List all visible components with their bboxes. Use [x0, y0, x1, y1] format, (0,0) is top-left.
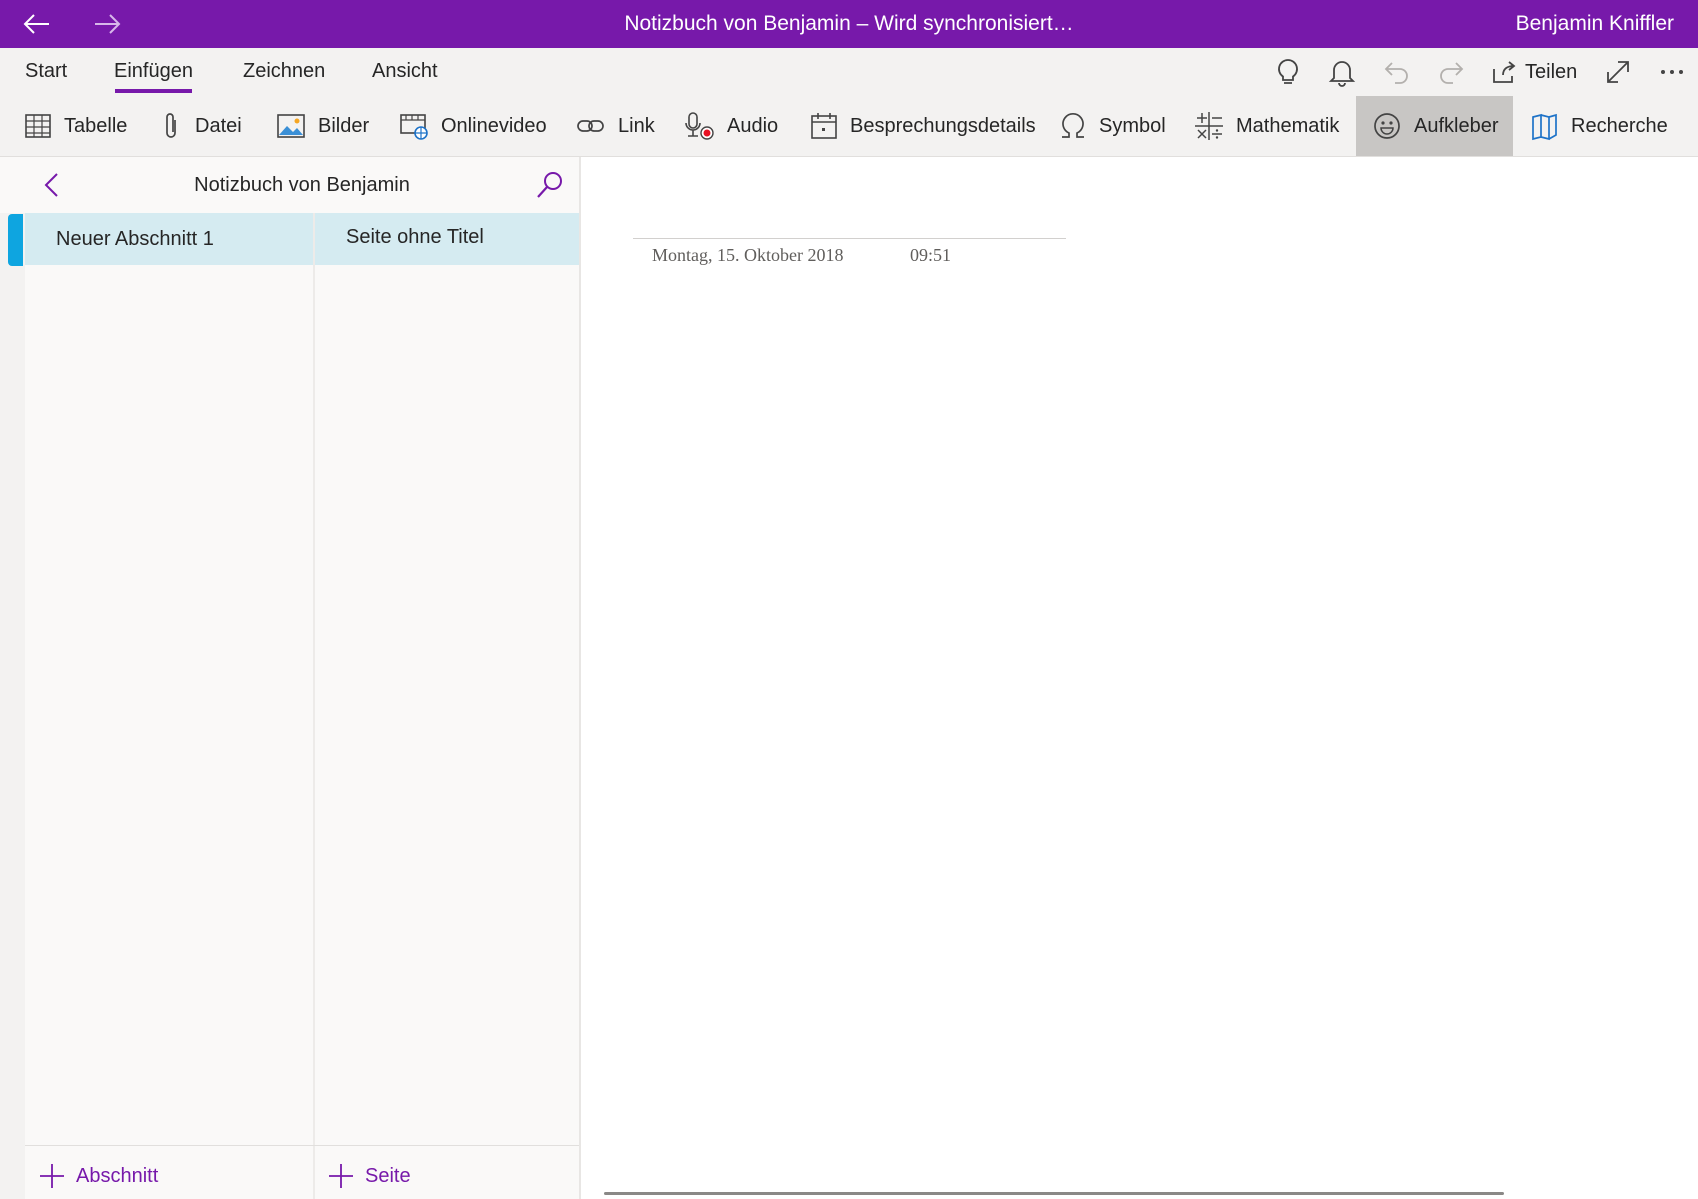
section-color-marker: [8, 214, 23, 266]
lightbulb-icon[interactable]: [1275, 56, 1301, 88]
user-name[interactable]: Benjamin Kniffler: [1516, 12, 1674, 36]
insert-command-bar: Tabelle Datei Bilder Onlinevideo Link Au…: [0, 96, 1698, 157]
redo-icon[interactable]: [1437, 56, 1465, 88]
insert-images-label: Bilder: [318, 114, 370, 137]
stickers-label: Aufkleber: [1414, 114, 1499, 137]
undo-icon[interactable]: [1383, 56, 1411, 88]
research-label: Recherche: [1571, 114, 1668, 137]
insert-online-video-button[interactable]: Onlinevideo: [399, 96, 547, 156]
page-title-field[interactable]: [633, 238, 1066, 239]
table-icon: [25, 114, 51, 138]
research-icon: [1532, 113, 1557, 141]
share-label: Teilen: [1525, 60, 1578, 83]
insert-audio-label: Audio: [727, 114, 779, 137]
tab-start[interactable]: Start: [25, 60, 67, 83]
search-icon[interactable]: [535, 170, 565, 205]
smiley-icon: [1374, 113, 1400, 139]
plus-icon: [329, 1164, 353, 1188]
ribbon-tabs: Start Einfügen Zeichnen Ansicht Teilen: [0, 48, 1698, 96]
audio-record-icon: [685, 112, 714, 140]
navigation-pane: Notizbuch von Benjamin Neuer Abschnitt 1…: [0, 157, 579, 1199]
fullscreen-icon[interactable]: [1604, 56, 1632, 88]
active-tab-indicator: [115, 89, 192, 93]
navigation-footer-divider: [25, 1145, 579, 1146]
add-section-label: Abschnitt: [76, 1164, 159, 1187]
insert-link-button[interactable]: Link: [576, 96, 655, 156]
insert-images-button[interactable]: Bilder: [276, 96, 369, 156]
insert-meeting-details-label: Besprechungsdetails: [850, 114, 1036, 137]
plus-icon: [40, 1164, 64, 1188]
notebook-strip: [0, 213, 26, 1199]
online-video-icon: [400, 114, 428, 140]
horizontal-scrollbar[interactable]: [604, 1192, 1504, 1195]
pages-list: Seite ohne Titel: [315, 213, 579, 1199]
paperclip-icon: [166, 113, 176, 138]
page-time: 09:51: [910, 245, 952, 265]
title-bar: Notizbuch von Benjamin – Wird synchronis…: [0, 0, 1698, 48]
insert-link-label: Link: [618, 114, 655, 137]
insert-symbol-button[interactable]: Symbol: [1059, 96, 1166, 156]
add-page-label: Seite: [365, 1164, 411, 1187]
page-item[interactable]: Seite ohne Titel: [315, 213, 579, 265]
tab-einfuegen[interactable]: Einfügen: [114, 60, 193, 83]
page-date: Montag, 15. Oktober 2018: [652, 245, 844, 265]
insert-table-button[interactable]: Tabelle: [24, 96, 127, 156]
share-icon: [1493, 61, 1516, 83]
link-icon: [577, 120, 604, 132]
math-button[interactable]: Mathematik: [1194, 96, 1339, 156]
add-section-button[interactable]: Abschnitt: [38, 1162, 158, 1190]
tab-zeichnen[interactable]: Zeichnen: [243, 60, 325, 83]
research-button[interactable]: Recherche: [1529, 96, 1668, 156]
sections-list: Neuer Abschnitt 1: [25, 213, 315, 1199]
insert-table-label: Tabelle: [64, 114, 128, 137]
add-page-button[interactable]: Seite: [327, 1162, 411, 1190]
insert-file-button[interactable]: Datei: [159, 96, 242, 156]
page-canvas[interactable]: Montag, 15. Oktober 2018 09:51: [581, 157, 1698, 1199]
window-title: Notizbuch von Benjamin – Wird synchronis…: [624, 12, 1074, 35]
insert-meeting-details-button[interactable]: Besprechungsdetails: [810, 96, 1036, 156]
section-label: Neuer Abschnitt 1: [56, 228, 214, 250]
section-item[interactable]: Neuer Abschnitt 1: [25, 213, 313, 265]
insert-symbol-label: Symbol: [1099, 114, 1166, 137]
stickers-button[interactable]: Aufkleber: [1356, 96, 1513, 156]
insert-file-label: Datei: [195, 114, 242, 137]
math-label: Mathematik: [1236, 114, 1340, 137]
bell-icon[interactable]: [1328, 56, 1356, 88]
math-icon: [1195, 112, 1223, 140]
tab-ansicht[interactable]: Ansicht: [372, 60, 438, 83]
share-button[interactable]: Teilen: [1491, 56, 1577, 88]
calendar-icon: [811, 113, 837, 139]
insert-audio-button[interactable]: Audio: [683, 96, 778, 156]
omega-icon: [1062, 113, 1084, 138]
notebook-title[interactable]: Notizbuch von Benjamin: [0, 174, 604, 197]
navigation-header: Notizbuch von Benjamin: [0, 157, 579, 213]
insert-online-video-label: Onlinevideo: [441, 114, 547, 137]
page-label: Seite ohne Titel: [346, 226, 484, 248]
image-icon: [277, 114, 305, 138]
more-options-icon[interactable]: [1658, 56, 1686, 88]
